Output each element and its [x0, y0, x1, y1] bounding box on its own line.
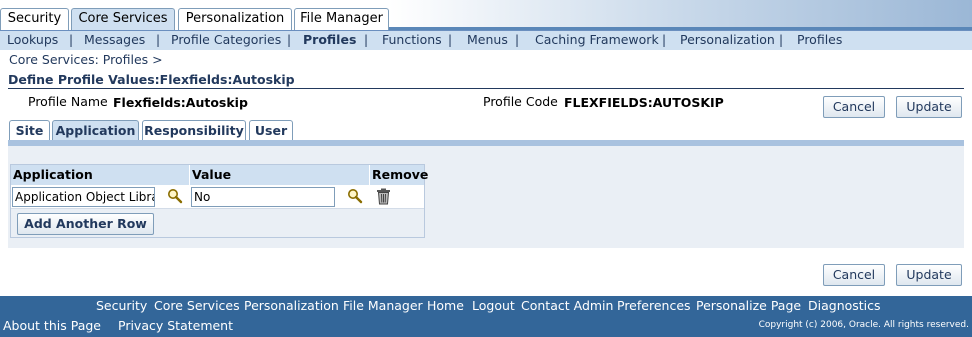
tab-application[interactable]: Application: [52, 120, 139, 142]
profile-name-value: Flexfields:Autoskip: [113, 95, 248, 110]
column-header-value: Value: [190, 165, 370, 185]
about-this-page-link[interactable]: About this Page: [3, 318, 101, 333]
subnav-profile-categories[interactable]: Profile Categories: [171, 32, 281, 48]
tab-responsibility[interactable]: Responsibility: [142, 120, 246, 142]
application-input[interactable]: Application Object Librar: [12, 187, 155, 207]
footer-link-home[interactable]: Home: [427, 298, 464, 313]
sub-navigation: Lookups | Messages | Profile Categories …: [0, 30, 972, 50]
subnav-separator: |: [779, 33, 784, 47]
subnav-separator: |: [364, 33, 369, 47]
breadcrumb[interactable]: Core Services: Profiles >: [9, 52, 163, 67]
update-button-top[interactable]: Update: [896, 96, 962, 118]
profile-name-label: Profile Name: [28, 94, 108, 109]
subnav-functions[interactable]: Functions: [382, 32, 442, 48]
subnav-separator: |: [156, 33, 161, 47]
update-button-bottom[interactable]: Update: [896, 264, 962, 286]
profile-code-label: Profile Code: [483, 94, 558, 109]
copyright-text: Copyright (c) 2006, Oracle. All rights r…: [758, 320, 969, 330]
search-icon[interactable]: [347, 188, 363, 207]
page-title: Define Profile Values:Flexfields:Autoski…: [8, 72, 295, 87]
footer-link-core-services[interactable]: Core Services: [154, 298, 240, 313]
top-tab-bar: Security Core Services Personalization F…: [0, 0, 972, 30]
subnav-separator: |: [448, 33, 453, 47]
footer-link-diagnostics[interactable]: Diagnostics: [808, 298, 881, 313]
tab-site[interactable]: Site: [9, 120, 50, 142]
subnav-separator: |: [515, 33, 520, 47]
trash-icon[interactable]: [376, 188, 391, 208]
tab-personalization[interactable]: Personalization: [178, 8, 292, 30]
subnav-separator: |: [287, 33, 292, 47]
subnav-profiles-current[interactable]: Profiles: [303, 32, 356, 48]
column-header-remove: Remove: [370, 165, 428, 185]
footer: Security Core Services Personalization F…: [0, 296, 972, 337]
subnav-separator: |: [662, 33, 667, 47]
footer-link-personalization[interactable]: Personalization: [244, 298, 339, 313]
footer-link-personalize-page[interactable]: Personalize Page: [696, 298, 801, 313]
footer-link-file-manager[interactable]: File Manager: [343, 298, 423, 313]
subnav-menus[interactable]: Menus: [467, 32, 508, 48]
cancel-button-bottom[interactable]: Cancel: [823, 264, 885, 286]
footer-link-security[interactable]: Security: [96, 298, 147, 313]
table-row: Application Object Librar No: [11, 185, 424, 209]
profile-code-value: FLEXFIELDS:AUTOSKIP: [564, 95, 724, 110]
tab-user[interactable]: User: [249, 120, 293, 142]
subnav-caching-framework[interactable]: Caching Framework: [535, 32, 659, 48]
value-input[interactable]: No: [191, 187, 335, 207]
subnav-personalization[interactable]: Personalization: [680, 32, 775, 48]
tab-file-manager[interactable]: File Manager: [294, 8, 389, 30]
subnav-separator: |: [69, 33, 74, 47]
column-header-application: Application: [11, 165, 190, 185]
footer-link-logout[interactable]: Logout: [472, 298, 515, 313]
tab-core-services[interactable]: Core Services: [71, 8, 175, 30]
add-row-area: Add Another Row: [11, 209, 424, 237]
subnav-lookups[interactable]: Lookups: [7, 32, 58, 48]
subnav-messages[interactable]: Messages: [84, 32, 145, 48]
add-another-row-button[interactable]: Add Another Row: [17, 213, 154, 235]
cancel-button-top[interactable]: Cancel: [823, 96, 885, 118]
footer-link-preferences[interactable]: Preferences: [617, 298, 691, 313]
profile-values-table: Application Value Remove Application Obj…: [10, 164, 428, 238]
privacy-statement-link[interactable]: Privacy Statement: [118, 318, 233, 333]
subnav-profiles[interactable]: Profiles: [797, 32, 842, 48]
tab-security[interactable]: Security: [0, 8, 69, 30]
footer-link-contact-admin[interactable]: Contact Admin: [521, 298, 613, 313]
title-divider: [8, 88, 964, 89]
search-icon[interactable]: [167, 188, 183, 207]
